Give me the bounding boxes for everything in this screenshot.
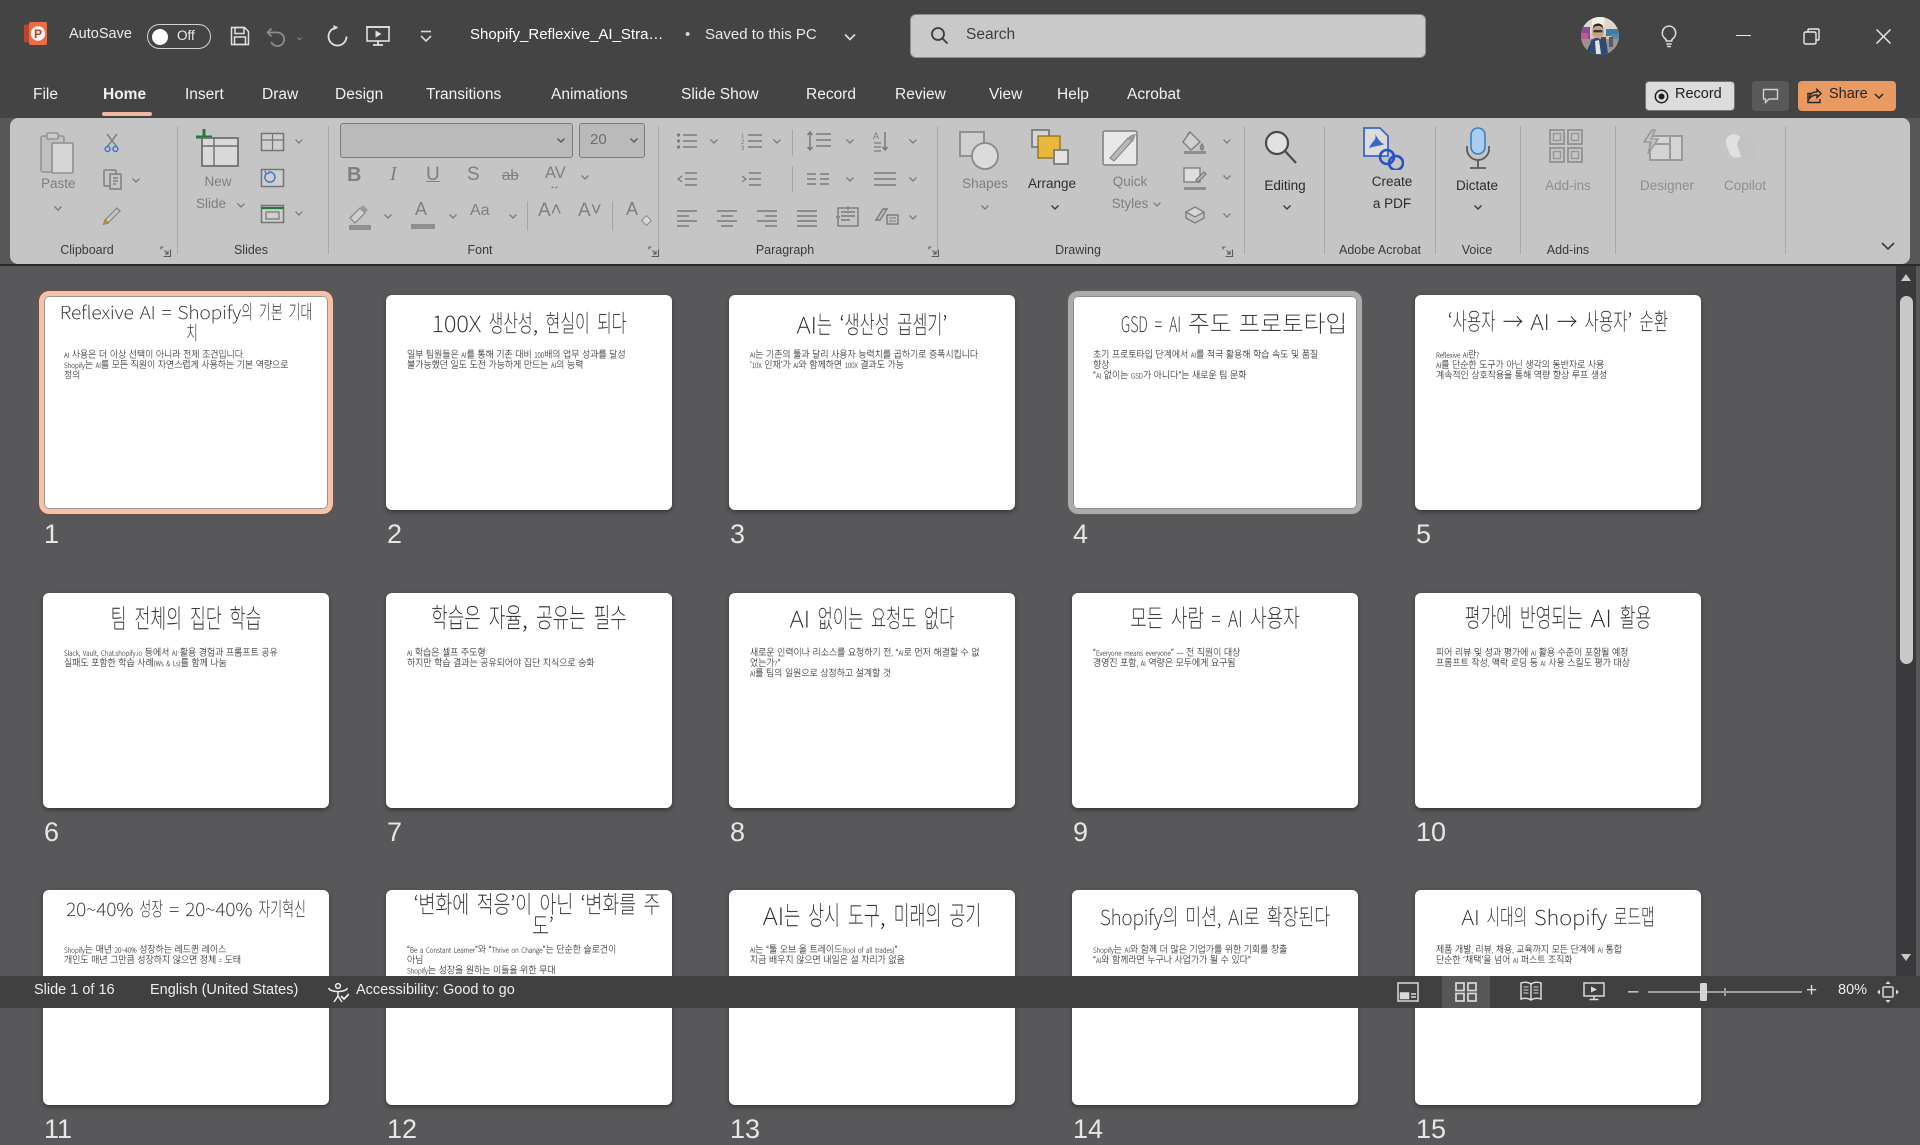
svg-text:3: 3 — [741, 146, 745, 150]
svg-text:P: P — [34, 27, 42, 41]
svg-text:A: A — [873, 131, 879, 141]
